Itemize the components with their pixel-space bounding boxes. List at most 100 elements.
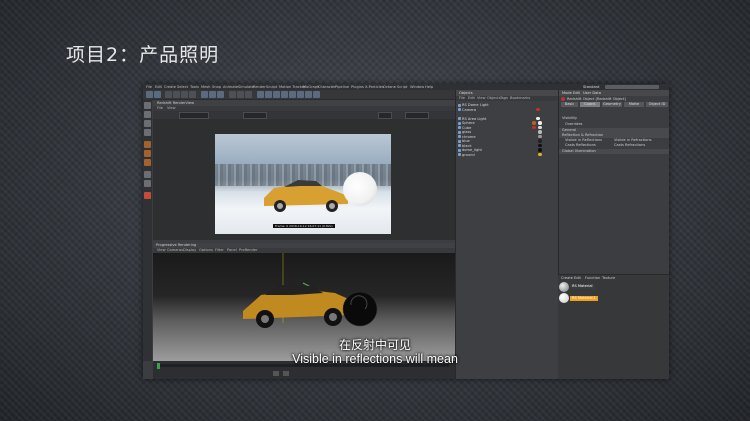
play-button[interactable] <box>273 371 279 376</box>
menu-select[interactable]: Select <box>177 85 188 89</box>
subdivision-icon[interactable] <box>273 91 280 98</box>
menu-edit[interactable]: Edit <box>155 85 162 89</box>
undo-icon[interactable] <box>146 91 153 98</box>
attr-edit-menu[interactable]: Edit <box>573 91 580 95</box>
menu-file[interactable]: File <box>146 85 152 89</box>
material-tag-icon[interactable] <box>538 148 542 152</box>
tag-icon[interactable] <box>536 116 540 121</box>
menu-simulate[interactable]: Simulate <box>238 85 254 89</box>
render-settings-icon[interactable] <box>245 91 252 98</box>
tag-icon[interactable] <box>536 107 540 112</box>
obj-menu-objects[interactable]: Objects <box>487 96 501 100</box>
material-tag-icon[interactable] <box>538 152 542 157</box>
menu-sculpt[interactable]: Sculpt <box>266 85 277 89</box>
render-picture-icon[interactable] <box>237 91 244 98</box>
solo-icon[interactable] <box>144 192 151 199</box>
select-icon[interactable] <box>165 91 172 98</box>
menu-animate[interactable]: Animate <box>223 85 238 89</box>
edges-mode-icon[interactable] <box>144 150 151 157</box>
menu-mesh[interactable]: Mesh <box>201 85 210 89</box>
tag-icon[interactable] <box>532 121 536 125</box>
points-mode-icon[interactable] <box>144 141 151 148</box>
menu-script[interactable]: Script <box>397 85 407 89</box>
obj-menu-bookmarks[interactable]: Bookmarks <box>510 96 530 100</box>
vp-menu-prorender[interactable]: ProRender <box>239 248 258 252</box>
beauty-dropdown[interactable] <box>179 112 209 119</box>
obj-menu-file[interactable]: File <box>459 96 465 100</box>
vp-menu-display[interactable]: Display <box>183 248 196 252</box>
tab-basic[interactable]: Basic <box>561 102 578 107</box>
object-row[interactable]: ground <box>456 153 559 157</box>
obj-menu-edit[interactable]: Edit <box>468 96 475 100</box>
menu-character[interactable]: Character <box>318 85 336 89</box>
vp-menu-view[interactable]: View <box>157 248 166 252</box>
vp-menu-panel[interactable]: Panel <box>227 248 237 252</box>
menu-help[interactable]: Help <box>425 85 433 89</box>
zoom-field[interactable] <box>378 112 392 119</box>
material-swatch[interactable] <box>559 293 569 303</box>
mat-menu-texture[interactable]: Texture <box>602 276 615 280</box>
menu-create[interactable]: Create <box>164 85 176 89</box>
menu-snap[interactable]: Snap <box>212 85 221 89</box>
object-row[interactable]: Camera <box>456 108 559 112</box>
bend-icon[interactable] <box>289 91 296 98</box>
obj-menu-tags[interactable]: Tags <box>500 96 508 100</box>
polygons-mode-icon[interactable] <box>144 159 151 166</box>
menu-motion-tracker[interactable]: Motion Tracker <box>279 85 305 89</box>
attr-overrides-row[interactable]: Overrides <box>559 122 669 127</box>
render-view-icon[interactable] <box>229 91 236 98</box>
axis-x-icon[interactable] <box>201 91 208 98</box>
light-icon[interactable] <box>313 91 320 98</box>
scale-icon[interactable] <box>181 91 188 98</box>
attr-reflection-section[interactable]: Reflection & Refraction <box>559 133 669 138</box>
menu-tools[interactable]: Tools <box>190 85 199 89</box>
tab-object-id[interactable]: Object ID <box>646 102 668 107</box>
mat-menu-function[interactable]: Function <box>585 276 600 280</box>
material-tag-icon[interactable] <box>538 143 542 148</box>
model-mode-icon[interactable] <box>144 111 151 118</box>
tab-geometry[interactable]: Geometry <box>602 102 622 107</box>
obj-menu-view[interactable]: View <box>477 96 486 100</box>
mat-menu-create[interactable]: Create <box>561 276 573 280</box>
visible-in-refractions-checkbox[interactable]: Visible in Refractions <box>611 138 669 143</box>
mat-menu-edit[interactable]: Edit <box>574 276 581 280</box>
texture-mode-icon[interactable] <box>144 120 151 127</box>
aov-dropdown[interactable] <box>243 112 267 119</box>
vp-menu-cameras[interactable]: Cameras <box>167 248 183 252</box>
array-icon[interactable] <box>281 91 288 98</box>
casts-refractions-checkbox[interactable]: Casts Refractions <box>611 143 669 148</box>
axis-z-icon[interactable] <box>217 91 224 98</box>
camera-icon[interactable] <box>305 91 312 98</box>
move-icon[interactable] <box>173 91 180 98</box>
material-tag-icon[interactable] <box>538 125 542 130</box>
attr-userdata-menu[interactable]: User Data <box>583 91 601 95</box>
menu-pipeline[interactable]: Pipeline <box>335 85 349 89</box>
menu-render[interactable]: Render <box>253 85 266 89</box>
tag-icon[interactable] <box>532 125 536 130</box>
vp-menu-options[interactable]: Options <box>199 248 213 252</box>
pen-icon[interactable] <box>265 91 272 98</box>
tab-coord[interactable]: Coord. <box>580 102 600 107</box>
rv-menu-file[interactable]: File <box>157 106 163 110</box>
material-tag-icon[interactable] <box>538 134 542 139</box>
rotate-icon[interactable] <box>189 91 196 98</box>
make-editable-icon[interactable] <box>144 102 151 109</box>
material-tag-icon[interactable] <box>538 139 542 143</box>
menu-plugins[interactable]: Plugins <box>351 85 364 89</box>
tone-dropdown[interactable] <box>405 112 429 119</box>
axis-y-icon[interactable] <box>209 91 216 98</box>
vp-menu-filter[interactable]: Filter <box>215 248 224 252</box>
cube-icon[interactable] <box>257 91 264 98</box>
layout-dropdown[interactable] <box>605 85 659 89</box>
menu-window[interactable]: Window <box>410 85 424 89</box>
material-name[interactable]: RS Material <box>570 284 595 289</box>
menu-octane[interactable]: Octane <box>383 85 396 89</box>
material-tag-icon[interactable] <box>538 121 542 125</box>
material-tag-icon[interactable] <box>538 130 542 134</box>
snap-icon[interactable] <box>144 171 151 178</box>
rv-menu-view[interactable]: View <box>167 106 176 110</box>
menu-xparticles[interactable]: X-Particles <box>365 85 384 89</box>
workplane-icon[interactable] <box>144 129 151 136</box>
attr-general-section[interactable]: General <box>559 128 669 133</box>
redo-icon[interactable] <box>154 91 161 98</box>
